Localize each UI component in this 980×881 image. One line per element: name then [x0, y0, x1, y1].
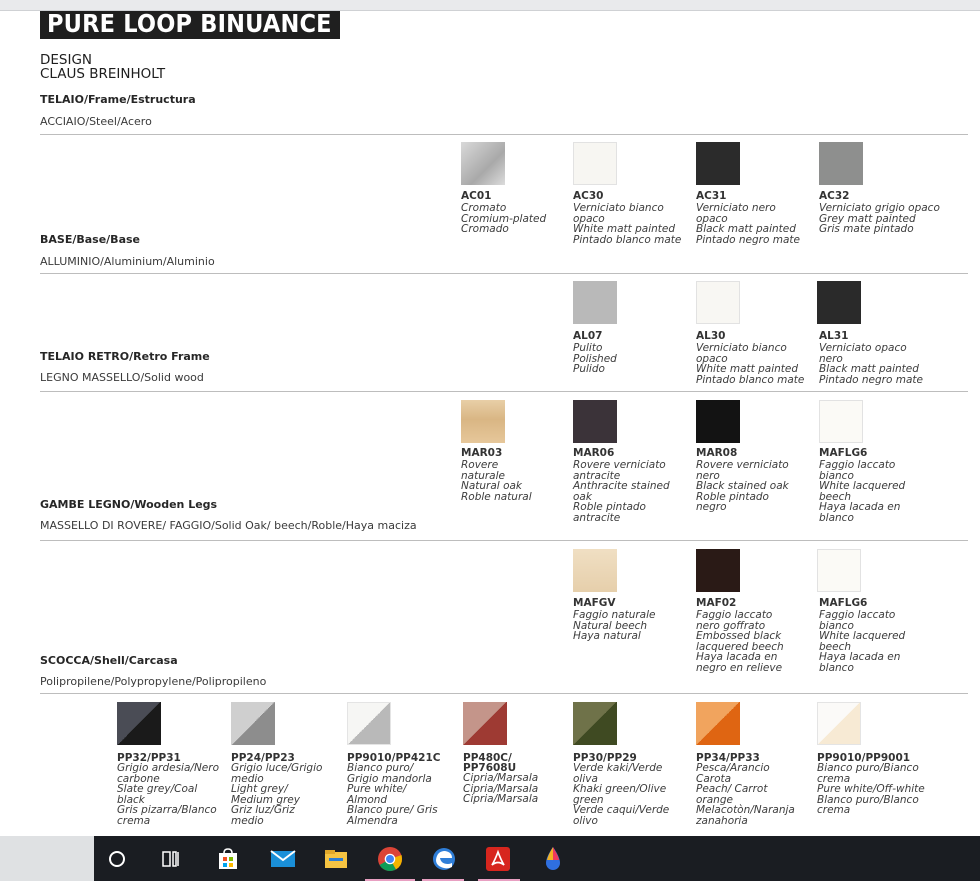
acrobat-icon[interactable] — [483, 844, 513, 874]
swatch-desc: Verniciato nero opaco Black matt painted… — [696, 202, 800, 246]
task-view-icon[interactable] — [156, 844, 186, 874]
swatch-code: AC30 — [573, 190, 604, 202]
retro-frame-material: LEGNO MASSELLO/Solid wood — [40, 371, 204, 384]
swatch-ac31 — [696, 142, 740, 185]
shell-color-desc: Pesca/Arancio Carota Peach/ Carrot orang… — [696, 762, 795, 827]
shell-color-desc: Verde kaki/Verde oliva Khaki green/Olive… — [573, 762, 670, 827]
designer-credit: DESIGN CLAUS BREINHOLT — [40, 53, 165, 81]
swatch-mafgv — [573, 549, 617, 592]
swatch-code: MAR03 — [461, 447, 503, 459]
shell-material: Polipropilene/Polypropylene/Polipropilen… — [40, 675, 267, 688]
shell-color-swatch — [117, 702, 161, 745]
swatch-code: AL30 — [696, 330, 726, 342]
swatch-desc: Faggio laccato bianco White lacquered be… — [819, 609, 906, 674]
swatch-desc: Cromato Cromium-plated Cromado — [461, 202, 547, 235]
swatch-desc: Verniciato bianco opaco White matt paint… — [573, 202, 682, 246]
divider — [40, 693, 968, 694]
base-material: ALLUMINIO/Aluminium/Aluminio — [40, 255, 215, 268]
swatch-al31 — [817, 281, 861, 324]
swatch-mar08 — [696, 400, 740, 443]
swatch-code: AC31 — [696, 190, 727, 202]
shell-color-swatch — [696, 702, 740, 745]
swatch-code: AC32 — [819, 190, 850, 202]
shell-color-code: PP480C/ PP7608U — [463, 752, 517, 774]
retro-frame-label: TELAIO RETRO/Retro Frame — [40, 350, 210, 363]
shell-color-swatch — [573, 702, 617, 745]
swatch-desc: Verniciato opaco nero Black matt painted… — [819, 342, 923, 386]
shell-color-swatch — [817, 702, 861, 745]
swatch-desc: Faggio naturale Natural beech Haya natur… — [573, 609, 656, 642]
swatch-code: MAFGV — [573, 597, 616, 609]
product-title: PURE LOOP BINUANCE — [47, 9, 332, 38]
shell-color-desc: Grigio luce/Grigio medio Light grey/ Med… — [231, 762, 323, 827]
swatch-desc: Faggio laccato nero goffrato Embossed bl… — [696, 609, 784, 674]
file-explorer-icon[interactable] — [321, 844, 351, 874]
swatch-code: MAR06 — [573, 447, 615, 459]
search-circle-icon[interactable] — [102, 844, 132, 874]
paint-drop-icon[interactable] — [538, 844, 568, 874]
designer-name: CLAUS BREINHOLT — [40, 66, 166, 82]
divider — [40, 134, 968, 135]
shell-color-swatch — [347, 702, 391, 745]
windows-taskbar — [0, 836, 980, 881]
wooden-legs-material: MASSELLO DI ROVERE/ FAGGIO/Solid Oak/ be… — [40, 519, 417, 532]
swatch-desc: Rovere verniciato antracite Anthracite s… — [573, 459, 670, 524]
swatch-al30 — [696, 281, 740, 324]
swatch-desc: Verniciato grigio opaco Grey matt painte… — [819, 202, 940, 235]
catalog-page: PURE LOOP BINUANCE DESIGN CLAUS BREINHOL… — [0, 11, 980, 836]
swatch-desc: Rovere naturale Natural oak Roble natura… — [461, 459, 532, 503]
frame-material: ACCIAIO/Steel/Acero — [40, 115, 152, 128]
shell-color-swatch — [231, 702, 275, 745]
shell-color-desc: Cipria/Marsala Cipria/Marsala Cipria/Mar… — [463, 772, 539, 805]
swatch-desc: Verniciato bianco opaco White matt paint… — [696, 342, 805, 386]
swatch-desc: Rovere verniciato nero Black stained oak… — [696, 459, 789, 513]
swatch-code: MAF02 — [696, 597, 737, 609]
swatch-desc: Pulito Polished Pulido — [573, 342, 617, 375]
wooden-legs-label: GAMBE LEGNO/Wooden Legs — [40, 498, 218, 511]
edge-icon[interactable] — [429, 844, 459, 874]
divider — [40, 273, 968, 274]
swatch-code: MAFLG6 — [819, 447, 868, 459]
frame-label: TELAIO/Frame/Estructura — [40, 93, 196, 106]
product-title-block: PURE LOOP BINUANCE — [40, 11, 340, 39]
swatch-maflg6-shell — [817, 549, 861, 592]
swatch-mar06 — [573, 400, 617, 443]
swatch-maflg6 — [819, 400, 863, 443]
swatch-ac01 — [461, 142, 505, 185]
swatch-code: MAR08 — [696, 447, 738, 459]
shell-color-desc: Grigio ardesia/Nero carbone Slate grey/C… — [117, 762, 220, 827]
chrome-icon[interactable] — [375, 844, 405, 874]
swatch-code: AL07 — [573, 330, 603, 342]
swatch-code: AL31 — [819, 330, 849, 342]
shell-color-desc: Bianco puro/ Grigio mandorla Pure white/… — [347, 762, 438, 827]
swatch-code: MAFLG6 — [819, 597, 868, 609]
swatch-ac32 — [819, 142, 863, 185]
design-label: DESIGN — [40, 52, 93, 68]
shell-color-swatch — [463, 702, 507, 745]
swatch-maf02 — [696, 549, 740, 592]
swatch-code: AC01 — [461, 190, 492, 202]
base-label: BASE/Base/Base — [40, 233, 140, 246]
divider — [40, 391, 968, 392]
taskbar-bar — [94, 836, 980, 881]
store-icon[interactable] — [213, 844, 243, 874]
divider — [40, 540, 968, 541]
shell-color-desc: Bianco puro/Bianco crema Pure white/Off-… — [817, 762, 925, 816]
mail-icon[interactable] — [268, 844, 298, 874]
shell-label: SCOCCA/Shell/Carcasa — [40, 654, 178, 667]
swatch-mar03 — [461, 400, 505, 443]
swatch-ac30 — [573, 142, 617, 185]
swatch-desc: Faggio laccato bianco White lacquered be… — [819, 459, 906, 524]
swatch-al07 — [573, 281, 617, 324]
